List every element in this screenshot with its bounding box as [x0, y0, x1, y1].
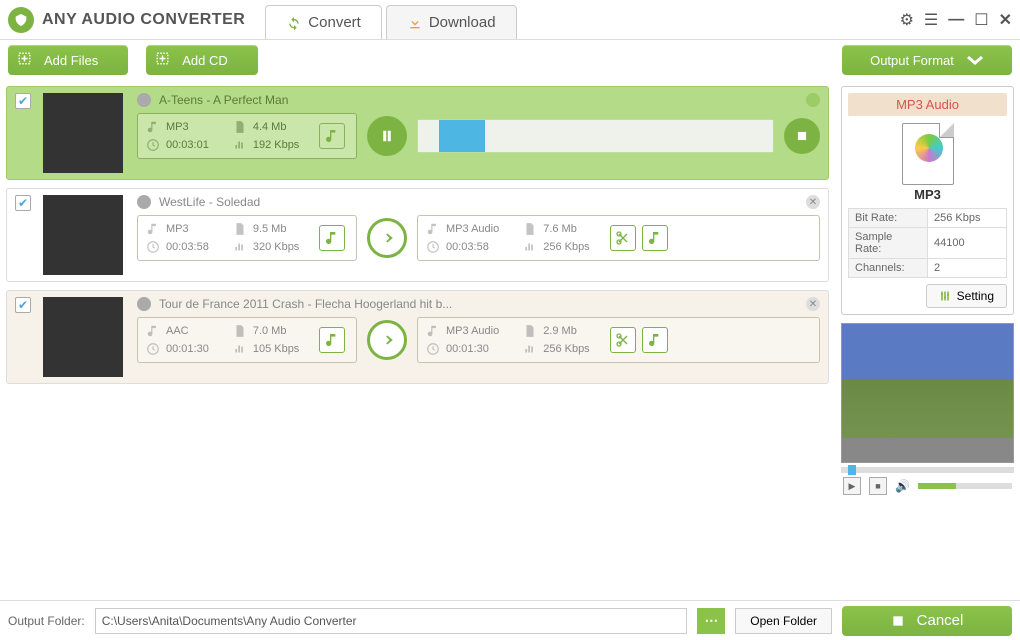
edit-track-icon[interactable]	[319, 123, 345, 149]
open-folder-button[interactable]: Open Folder	[735, 608, 832, 634]
list-item[interactable]: ✔ WestLife - Soledad MP3 9.5 Mb 00:03:58…	[6, 188, 829, 282]
music-icon	[146, 120, 160, 134]
cut-icon[interactable]	[610, 327, 636, 353]
item-checkbox[interactable]: ✔	[15, 195, 31, 211]
bitrate-icon	[233, 342, 247, 356]
stop-icon	[891, 614, 905, 628]
gear-icon[interactable]: ⚙	[900, 10, 914, 30]
player-controls: ▶ ■ 🔊	[841, 473, 1014, 499]
app-title: ANY AUDIO CONVERTER	[42, 11, 245, 29]
edit-track-icon[interactable]	[319, 327, 345, 353]
remove-item-button[interactable]	[806, 93, 820, 107]
add-files-icon	[16, 50, 36, 70]
clock-icon	[146, 240, 160, 254]
tab-convert-label: Convert	[308, 14, 361, 31]
tab-convert[interactable]: Convert	[265, 5, 382, 39]
track-title: A-Teens - A Perfect Man	[159, 93, 288, 107]
file-icon	[233, 222, 247, 236]
seek-bar[interactable]	[841, 467, 1014, 473]
clock-icon	[426, 240, 440, 254]
clock-icon	[426, 342, 440, 356]
video-preview[interactable]	[841, 323, 1014, 463]
volume-icon[interactable]: 🔊	[895, 479, 910, 493]
minimize-icon[interactable]: —	[948, 11, 964, 29]
window-controls: ⚙ ☰ — ☐ ✕	[900, 10, 1012, 30]
maximize-icon[interactable]: ☐	[974, 10, 988, 30]
list-icon[interactable]: ☰	[924, 10, 938, 30]
player-stop-button[interactable]: ■	[869, 477, 887, 495]
output-format-button[interactable]: Output Format	[842, 45, 1012, 75]
file-icon	[233, 324, 247, 338]
clock-icon	[146, 138, 160, 152]
file-list: ✔ A-Teens - A Perfect Man MP3 4.4 Mb 00:…	[0, 80, 835, 600]
pause-button[interactable]	[367, 116, 407, 156]
edit-track-icon[interactable]	[642, 327, 668, 353]
track-title: WestLife - Soledad	[159, 195, 260, 209]
main-tabs: Convert Download	[265, 0, 520, 39]
disc-icon	[137, 297, 151, 311]
bitrate-icon	[523, 342, 537, 356]
music-icon	[426, 222, 440, 236]
stop-button[interactable]	[784, 118, 820, 154]
add-cd-label: Add CD	[182, 53, 228, 68]
output-format-card: MP3 Audio MP3 Bit Rate:256 Kbps Sample R…	[841, 86, 1014, 315]
track-title: Tour de France 2011 Crash - Flecha Hooge…	[159, 297, 452, 311]
chevron-down-icon	[966, 54, 984, 66]
item-checkbox[interactable]: ✔	[15, 93, 31, 109]
output-format-icon: MP3	[848, 122, 1007, 202]
tab-download-label: Download	[429, 14, 496, 31]
download-icon	[407, 15, 423, 31]
setting-button[interactable]: Setting	[926, 284, 1007, 308]
remove-item-button[interactable]: ✕	[806, 195, 820, 209]
volume-slider[interactable]	[918, 483, 1012, 489]
output-spec-table: Bit Rate:256 Kbps Sample Rate:44100 Chan…	[848, 208, 1007, 278]
side-panel: MP3 Audio MP3 Bit Rate:256 Kbps Sample R…	[835, 80, 1020, 600]
output-folder-input[interactable]	[95, 608, 688, 634]
bitrate-icon	[233, 138, 247, 152]
refresh-icon	[286, 15, 302, 31]
music-icon	[146, 324, 160, 338]
convert-arrow-button[interactable]	[367, 218, 407, 258]
add-files-button[interactable]: Add Files	[8, 45, 128, 75]
play-button[interactable]: ▶	[843, 477, 861, 495]
cancel-button[interactable]: Cancel	[842, 606, 1012, 636]
file-icon	[523, 222, 537, 236]
convert-arrow-button[interactable]	[367, 320, 407, 360]
music-icon	[426, 324, 440, 338]
add-cd-icon	[154, 50, 174, 70]
item-checkbox[interactable]: ✔	[15, 297, 31, 313]
album-art	[43, 297, 123, 377]
close-icon[interactable]: ✕	[999, 10, 1012, 30]
preview-panel: ▶ ■ 🔊	[841, 323, 1014, 499]
file-icon	[523, 324, 537, 338]
title-bar: ANY AUDIO CONVERTER Convert Download ⚙ ☰…	[0, 0, 1020, 40]
progress-bar[interactable]	[417, 119, 774, 153]
music-icon	[146, 222, 160, 236]
edit-track-icon[interactable]	[319, 225, 345, 251]
edit-track-icon[interactable]	[642, 225, 668, 251]
disc-icon	[137, 195, 151, 209]
tab-download[interactable]: Download	[386, 5, 517, 39]
clock-icon	[146, 342, 160, 356]
list-item[interactable]: ✔ A-Teens - A Perfect Man MP3 4.4 Mb 00:…	[6, 86, 829, 180]
add-files-label: Add Files	[44, 53, 98, 68]
footer: Output Folder: ⋯ Open Folder Cancel	[0, 600, 1020, 640]
bitrate-icon	[233, 240, 247, 254]
bitrate-icon	[523, 240, 537, 254]
output-folder-label: Output Folder:	[8, 614, 85, 628]
browse-folder-button[interactable]: ⋯	[697, 608, 725, 634]
disc-icon	[137, 93, 151, 107]
file-icon	[233, 120, 247, 134]
sliders-icon	[939, 290, 951, 302]
app-logo	[8, 7, 34, 33]
album-art	[43, 195, 123, 275]
album-art	[43, 93, 123, 173]
output-format-label: Output Format	[870, 53, 954, 68]
list-item[interactable]: ✔ Tour de France 2011 Crash - Flecha Hoo…	[6, 290, 829, 384]
remove-item-button[interactable]: ✕	[806, 297, 820, 311]
cut-icon[interactable]	[610, 225, 636, 251]
toolbar: Add Files Add CD Output Format	[0, 40, 1020, 80]
add-cd-button[interactable]: Add CD	[146, 45, 258, 75]
output-format-header: MP3 Audio	[848, 93, 1007, 116]
